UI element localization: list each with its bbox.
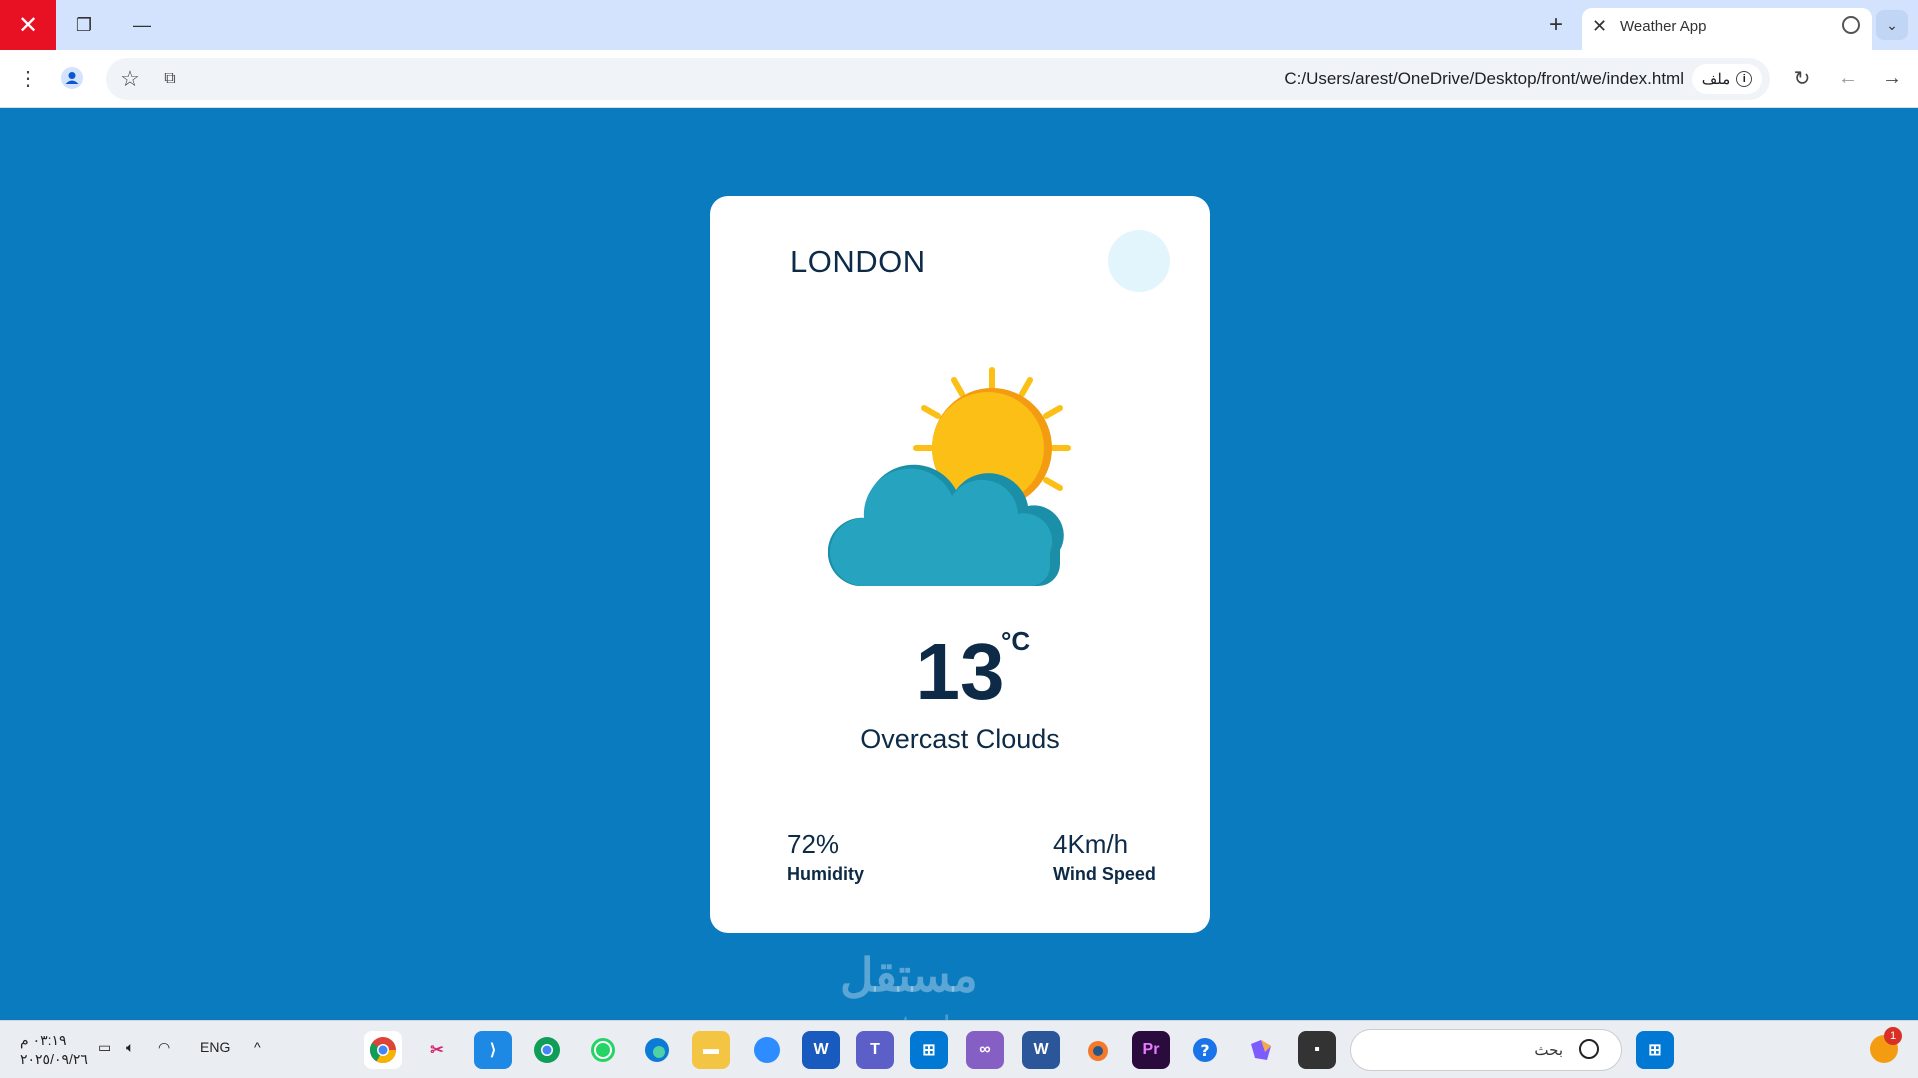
word-doc-icon[interactable]: W xyxy=(1022,1031,1060,1069)
chevron-up-icon[interactable]: ^ xyxy=(254,1039,261,1055)
language-indicator[interactable]: ENG xyxy=(200,1039,230,1055)
bookmark-star-icon[interactable]: ☆ xyxy=(114,63,146,95)
tab-search-button[interactable]: ⌄ xyxy=(1876,10,1908,40)
globe-icon xyxy=(1842,16,1860,34)
translate-icon[interactable]: ⧉ xyxy=(154,63,186,95)
taskbar: ٠٣:١٩ م ٢٠٢٥/٠٩/٢٦ ▭ 🔈︎ ◠ ENG ^ ✂ ⟩ ▬ W … xyxy=(0,1020,1918,1078)
wind-label: Wind Speed xyxy=(1053,864,1156,884)
battery-icon[interactable]: ▭ xyxy=(98,1039,111,1056)
tab-title: Weather App xyxy=(1620,18,1707,35)
temperature-block: 13 °C xyxy=(710,626,1210,718)
whatsapp-icon[interactable] xyxy=(584,1031,622,1069)
site-info-chip[interactable]: ملف i xyxy=(1692,64,1762,94)
start-windows-icon[interactable]: ⊞ xyxy=(1636,1031,1674,1069)
humidity-label: Humidity xyxy=(787,864,865,884)
notification-badge: 1 xyxy=(1884,1027,1902,1045)
svg-text:?: ? xyxy=(1200,1041,1209,1060)
watermark-logo: مستقل xyxy=(840,949,978,1001)
weather-card: LONDON 13 °C Overcast Clouds 72% Humidit… xyxy=(710,196,1210,933)
profile-icon[interactable] xyxy=(56,62,88,94)
address-bar[interactable]: ☆ ⧉ C:/Users/arest/OneDrive/Desktop/fron… xyxy=(106,58,1770,100)
zoom-icon[interactable] xyxy=(748,1031,786,1069)
tab-weather-app[interactable]: ✕ Weather App xyxy=(1582,8,1872,50)
teams-icon[interactable]: T xyxy=(856,1031,894,1069)
help-icon[interactable]: ? xyxy=(1186,1031,1224,1069)
word-icon[interactable]: W xyxy=(802,1031,840,1069)
blender-icon[interactable] xyxy=(1078,1031,1116,1069)
premiere-icon[interactable]: Pr xyxy=(1132,1031,1170,1069)
forward-icon[interactable]: → xyxy=(1876,62,1908,94)
city-name: LONDON xyxy=(790,244,926,279)
wind-stat: 4Km/h Wind Speed xyxy=(1053,829,1156,885)
taskbar-clock[interactable]: ٠٣:١٩ م ٢٠٢٥/٠٩/٢٦ xyxy=(20,1031,88,1069)
volume-icon[interactable]: 🔈︎ xyxy=(126,1039,134,1056)
store-icon[interactable]: ⊞ xyxy=(910,1031,948,1069)
taskbar-search-text: بحث xyxy=(1534,1042,1563,1059)
chrome-profile-icon[interactable] xyxy=(528,1031,566,1069)
taskbar-search[interactable]: بحث xyxy=(1350,1029,1622,1071)
snipping-tool-icon[interactable]: ✂ xyxy=(418,1031,456,1069)
clock-time: ٠٣:١٩ م xyxy=(20,1032,67,1048)
copilot-icon[interactable] xyxy=(1242,1031,1280,1069)
browser-toolbar: ⋮ ☆ ⧉ C:/Users/arest/OneDrive/Desktop/fr… xyxy=(0,50,1918,108)
wind-value: 4Km/h xyxy=(1053,829,1129,859)
info-icon: i xyxy=(1736,71,1753,87)
search-icon xyxy=(1579,1039,1599,1059)
window-minimize-button[interactable]: — xyxy=(114,0,170,50)
wifi-icon[interactable]: ◠ xyxy=(158,1039,170,1056)
new-tab-button[interactable]: + xyxy=(1536,0,1576,50)
humidity-stat: 72% Humidity xyxy=(787,829,864,885)
temperature-unit: °C xyxy=(1001,626,1031,656)
file-explorer-icon[interactable]: ▬ xyxy=(692,1031,730,1069)
tab-bar: ✕ ❐ — + ✕ Weather App ⌄ xyxy=(0,0,1918,50)
url-text[interactable]: C:/Users/arest/OneDrive/Desktop/front/we… xyxy=(1284,69,1684,89)
site-info-label: ملف xyxy=(1701,71,1731,88)
temperature-value: 13 xyxy=(915,627,1005,716)
menu-dots-icon[interactable]: ⋮ xyxy=(12,62,44,94)
vscode-icon[interactable]: ⟩ xyxy=(474,1031,512,1069)
search-bubble-button[interactable] xyxy=(1108,230,1170,292)
tab-close-icon[interactable]: ✕ xyxy=(1592,16,1607,37)
visual-studio-icon[interactable]: ∞ xyxy=(966,1031,1004,1069)
terminal-icon[interactable]: ▪ xyxy=(1298,1031,1336,1069)
weather-description: Overcast Clouds xyxy=(860,724,1060,754)
reload-icon[interactable]: ↻ xyxy=(1786,62,1818,94)
sun-behind-cloud-icon xyxy=(828,367,1071,586)
edge-icon[interactable] xyxy=(638,1031,676,1069)
back-icon[interactable]: ← xyxy=(1832,62,1864,94)
clock-date: ٢٠٢٥/٠٩/٢٦ xyxy=(20,1051,88,1067)
window-restore-button[interactable]: ❐ xyxy=(56,0,112,50)
window-close-button[interactable]: ✕ xyxy=(0,0,56,50)
chrome-app-icon[interactable] xyxy=(364,1031,402,1069)
humidity-value: 72% xyxy=(787,829,840,859)
